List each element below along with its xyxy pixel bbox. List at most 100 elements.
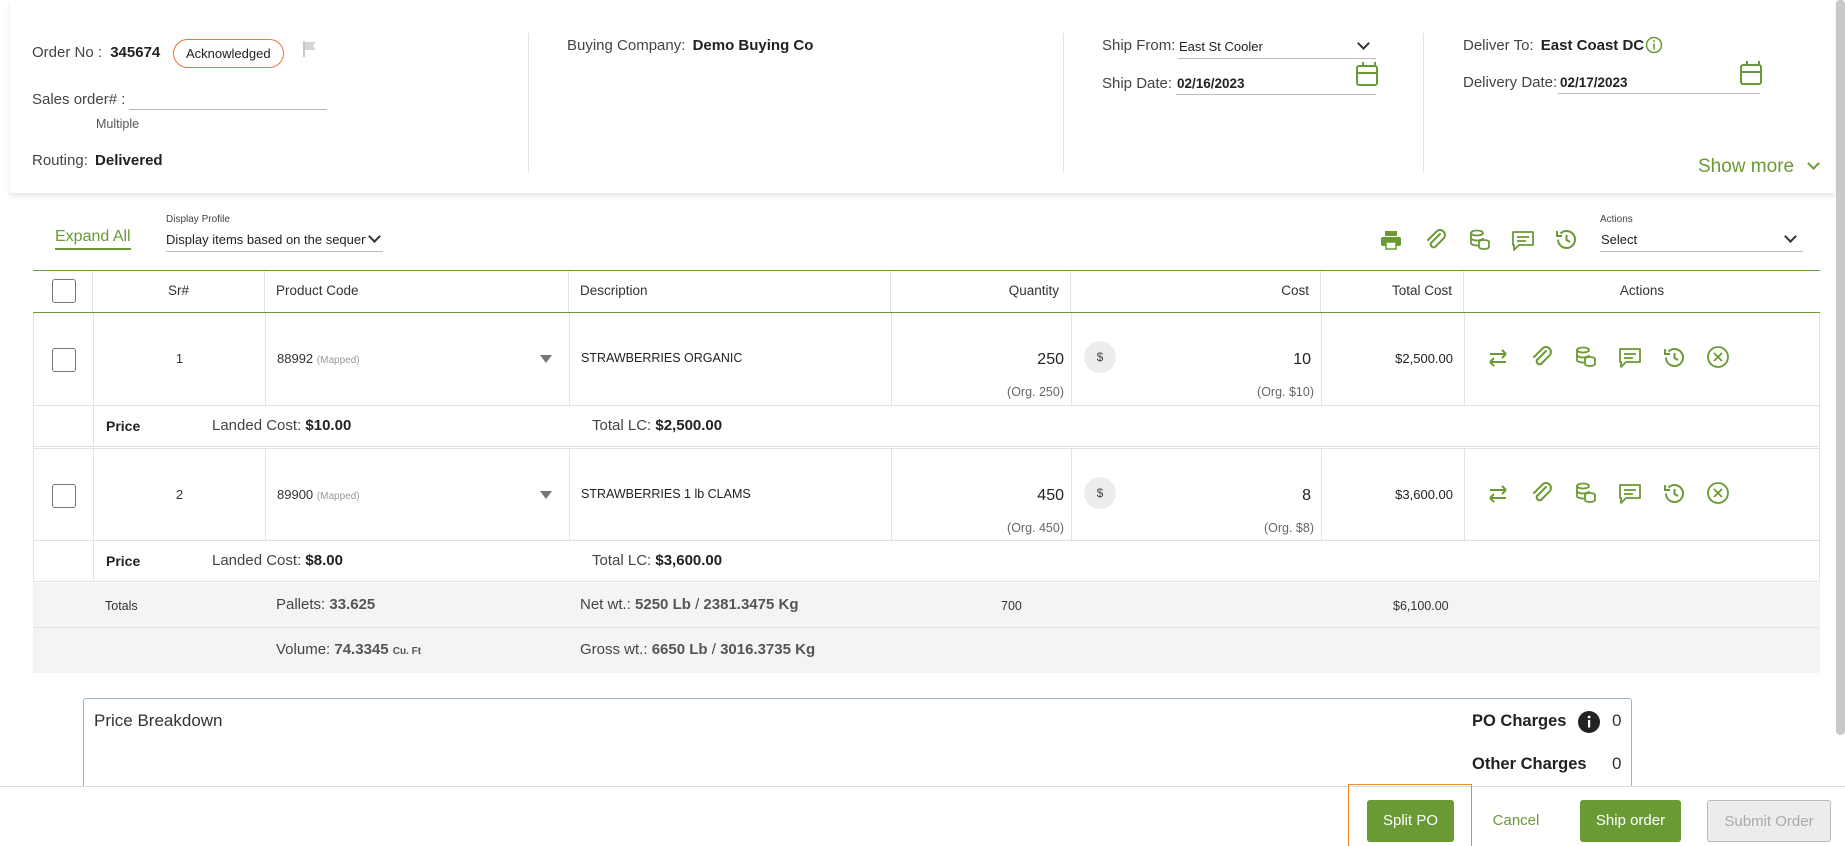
order-no: Order No : 345674: [32, 44, 161, 61]
show-more-label: Show more: [1698, 156, 1795, 177]
chevron-down-icon: [1784, 230, 1797, 243]
product-code: 88992: [277, 351, 314, 366]
col-quantity: Quantity: [891, 271, 1071, 312]
gross-weight-kg: 3016.3735 Kg: [720, 641, 816, 658]
cost-input[interactable]: 10: [1293, 351, 1311, 369]
coins-icon[interactable]: [1574, 481, 1598, 505]
comment-icon[interactable]: [1511, 229, 1535, 253]
delivery-date-input[interactable]: 02/17/2023: [1558, 71, 1760, 94]
product-code-select[interactable]: 88992 (Mapped): [266, 313, 570, 405]
actions-select-value: Select: [1601, 232, 1638, 247]
select-all-checkbox[interactable]: [52, 279, 76, 303]
coins-icon[interactable]: [1574, 345, 1598, 369]
net-weight-lb: 5250 Lb: [635, 596, 691, 613]
col-description: Description: [569, 271, 891, 312]
swap-icon[interactable]: [1486, 482, 1510, 506]
actions-select[interactable]: Select: [1600, 229, 1803, 252]
split-po-button[interactable]: Split PO: [1367, 800, 1454, 842]
po-charges-label: PO Charges: [1472, 712, 1567, 730]
swap-icon[interactable]: [1486, 346, 1510, 370]
attachment-icon[interactable]: [1530, 345, 1554, 369]
ship-order-button[interactable]: Ship order: [1580, 800, 1681, 842]
totals-row: Volume: 74.3345 Cu. Ft Gross wt.: 6650 L…: [33, 628, 1820, 673]
info-icon[interactable]: [1645, 36, 1663, 54]
calendar-icon[interactable]: [1356, 62, 1378, 86]
product-code: 89900: [277, 487, 314, 502]
sales-order-input[interactable]: [129, 92, 327, 110]
row-actions: [1465, 449, 1821, 540]
comment-icon[interactable]: [1618, 482, 1642, 506]
col-total-cost: Total Cost: [1321, 271, 1464, 312]
scrollbar[interactable]: [1836, 0, 1845, 735]
submit-order-button[interactable]: Submit Order: [1707, 800, 1831, 842]
history-icon[interactable]: [1554, 227, 1579, 252]
quantity-input[interactable]: 250: [1037, 351, 1064, 369]
buying-company: Buying Company: Demo Buying Co: [567, 37, 814, 54]
ship-date-value: 02/16/2023: [1177, 76, 1245, 91]
product-code-select[interactable]: 89900 (Mapped): [266, 449, 570, 540]
table-header: Sr# Product Code Description Quantity Co…: [33, 270, 1820, 313]
total-lc-value: $2,500.00: [655, 417, 723, 434]
totals-row: Totals Pallets: 33.625 Net wt.: 5250 Lb …: [33, 583, 1820, 628]
po-charges-value: 0: [1612, 711, 1622, 730]
divider: [1423, 33, 1424, 173]
comment-icon[interactable]: [1618, 346, 1642, 370]
actions-label: Actions: [1600, 214, 1633, 225]
history-icon[interactable]: [1662, 345, 1686, 369]
gross-weight: Gross wt.: 6650 Lb / 3016.3735 Kg: [580, 641, 816, 658]
coins-icon[interactable]: [1468, 228, 1492, 252]
attachment-icon[interactable]: [1530, 481, 1554, 505]
landed-cost: Landed Cost: $8.00: [212, 552, 343, 569]
total-lc-value: $3,600.00: [655, 552, 723, 569]
caret-down-icon: [540, 491, 552, 499]
chevron-down-icon: [368, 230, 381, 243]
total-quantity: 700: [1001, 599, 1022, 613]
print-icon[interactable]: [1380, 229, 1402, 251]
display-profile-value: Display items based on the sequen: [166, 232, 366, 247]
display-profile-select[interactable]: Display items based on the sequen: [166, 229, 383, 252]
gross-weight-lb: 6650 Lb: [651, 641, 708, 658]
volume-value: 74.3345: [334, 641, 389, 658]
price-row: Price Landed Cost: $10.00 Total LC: $2,5…: [33, 406, 1820, 447]
ship-date-input[interactable]: 02/16/2023: [1176, 72, 1376, 95]
attachment-icon[interactable]: [1424, 228, 1448, 252]
action-footer: Split PO Cancel Ship order Submit Order: [0, 784, 1845, 846]
calendar-icon[interactable]: [1740, 61, 1762, 85]
row-checkbox[interactable]: [52, 348, 76, 372]
info-icon[interactable]: [1578, 711, 1600, 733]
landed-cost-value: $8.00: [305, 552, 343, 569]
remove-icon[interactable]: [1706, 481, 1730, 505]
delivery-date-label: Delivery Date:: [1463, 74, 1558, 91]
col-actions: Actions: [1619, 283, 1665, 298]
org-cost: (Org. $8): [1263, 521, 1314, 535]
mapped-tag: (Mapped): [316, 355, 360, 366]
currency-badge: $: [1084, 341, 1116, 373]
sales-order-label: Sales order# :: [32, 91, 126, 108]
chevron-down-icon: [1357, 37, 1370, 50]
cost-input[interactable]: 8: [1302, 487, 1311, 505]
row-checkbox[interactable]: [52, 484, 76, 508]
landed-cost-value: $10.00: [305, 417, 352, 434]
expand-all-link[interactable]: Expand All: [55, 228, 131, 250]
ship-from-select[interactable]: East St Cooler: [1178, 34, 1376, 59]
row-sr: 2: [94, 449, 266, 540]
flag-icon[interactable]: [302, 40, 318, 58]
row-sr: 1: [94, 313, 266, 405]
table-row: 1 88992 (Mapped) STRAWBERRIES ORGANIC 25…: [33, 313, 1820, 406]
show-more-toggle[interactable]: Show more: [1698, 156, 1821, 178]
price-breakdown-title: Price Breakdown: [94, 711, 223, 730]
divider: [1063, 33, 1064, 173]
remove-icon[interactable]: [1706, 345, 1730, 369]
totals-label: Totals: [105, 599, 138, 613]
buying-company-value: Demo Buying Co: [692, 37, 814, 54]
total-lc: Total LC: $3,600.00: [592, 552, 723, 569]
quantity-input[interactable]: 450: [1037, 487, 1064, 505]
net-weight: Net wt.: 5250 Lb / 2381.3475 Kg: [580, 596, 799, 613]
deliver-to: Deliver To: East Coast DC: [1463, 37, 1645, 54]
ship-from-value: East St Cooler: [1179, 39, 1263, 54]
row-description: STRAWBERRIES 1 lb CLAMS: [570, 449, 892, 540]
mapped-tag: (Mapped): [316, 491, 360, 502]
history-icon[interactable]: [1662, 481, 1686, 505]
currency-badge: $: [1084, 477, 1116, 509]
cancel-button[interactable]: Cancel: [1480, 800, 1552, 842]
